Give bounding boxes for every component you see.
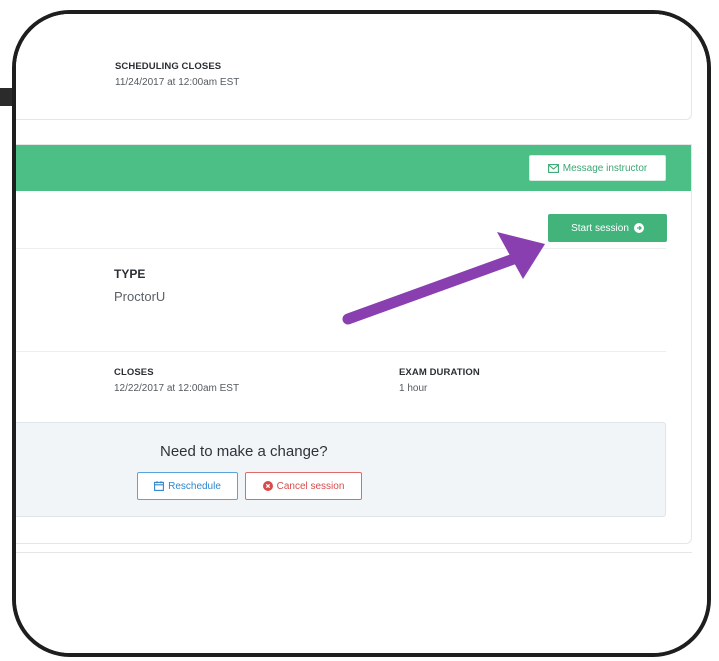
scheduling-closes-value: 11/24/2017 at 12:00am EST	[115, 77, 240, 88]
screenshot-frame: SCHEDULING CLOSES 11/24/2017 at 12:00am …	[12, 10, 711, 657]
reschedule-button[interactable]: Reschedule	[137, 472, 238, 500]
reschedule-label: Reschedule	[168, 480, 221, 492]
exam-duration-value: 1 hour	[399, 383, 428, 394]
change-title: Need to make a change?	[160, 443, 328, 460]
session-header: Message instructor	[16, 145, 691, 191]
section-divider	[16, 351, 666, 352]
exam-page: SCHEDULING CLOSES 11/24/2017 at 12:00am …	[16, 14, 707, 653]
type-label: TYPE	[114, 267, 146, 281]
change-panel: Need to make a change? Reschedule Cancel…	[16, 422, 666, 517]
closes-value: 12/22/2017 at 12:00am EST	[114, 383, 240, 394]
arrow-circle-right-icon	[633, 223, 644, 233]
start-session-label: Start session	[571, 222, 629, 234]
scheduling-closes-label: SCHEDULING CLOSES	[115, 61, 222, 72]
section-divider	[16, 248, 666, 249]
envelope-icon	[547, 163, 559, 173]
message-instructor-button[interactable]: Message instructor	[529, 155, 666, 181]
type-value: ProctorU	[114, 289, 166, 304]
session-card: Message instructor Start session TYPE Pr…	[16, 144, 692, 544]
cancel-session-button[interactable]: Cancel session	[245, 472, 362, 500]
start-session-button[interactable]: Start session	[548, 214, 667, 242]
calendar-icon	[154, 481, 165, 491]
close-circle-icon	[262, 481, 273, 491]
cancel-session-label: Cancel session	[276, 480, 345, 492]
page-bottom-divider	[16, 552, 692, 553]
scheduling-card: SCHEDULING CLOSES 11/24/2017 at 12:00am …	[16, 14, 692, 120]
closes-label: CLOSES	[114, 367, 154, 378]
exam-duration-label: EXAM DURATION	[399, 367, 480, 378]
message-instructor-label: Message instructor	[562, 162, 648, 174]
